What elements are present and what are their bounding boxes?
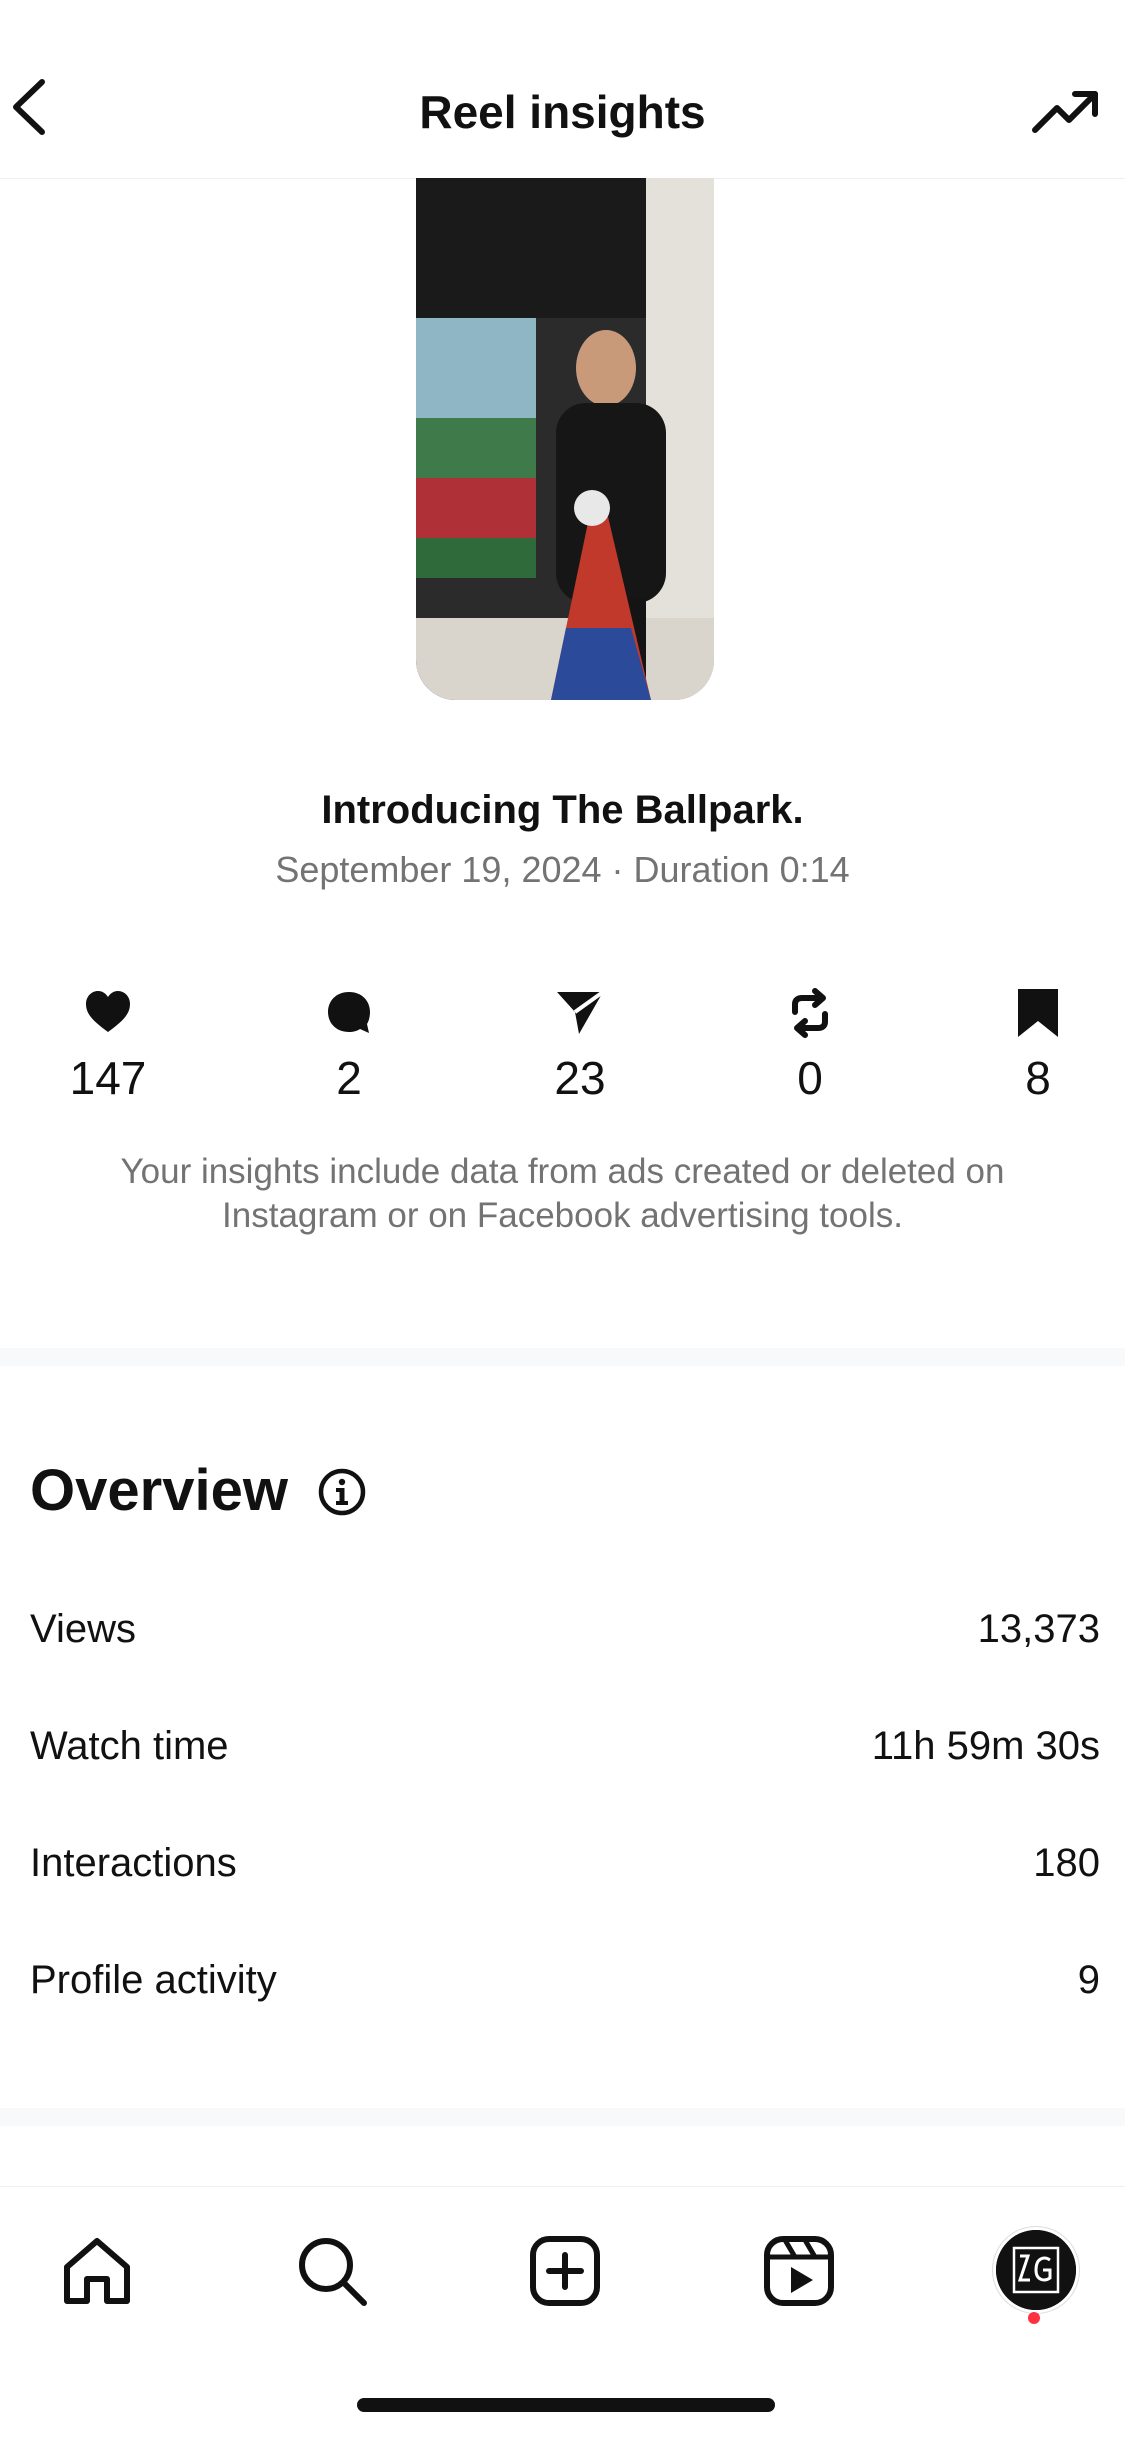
section-divider (0, 1348, 1125, 1366)
tab-reels[interactable] (759, 2231, 839, 2311)
tab-home[interactable] (57, 2231, 137, 2311)
reels-icon (764, 2236, 834, 2306)
repost-icon (792, 988, 828, 1038)
send-icon (557, 990, 605, 1034)
tab-profile-avatar[interactable] (993, 2227, 1079, 2313)
reel-thumbnail[interactable] (416, 178, 714, 700)
profile-logo-image (996, 2230, 1076, 2310)
reposts-stat: 0 (730, 986, 890, 1110)
ads-disclaimer: Your insights include data from ads crea… (120, 1152, 1005, 1235)
profile-activity-label: Profile activity (30, 1958, 277, 2002)
shares-count: 23 (554, 1052, 606, 1104)
views-label: Views (30, 1607, 136, 1651)
shares-stat: 23 (500, 986, 660, 1110)
create-icon (530, 2236, 600, 2306)
tab-create[interactable] (525, 2231, 605, 2311)
tab-search[interactable] (292, 2231, 372, 2311)
watch-time-label: Watch time (30, 1724, 229, 1768)
search-icon (299, 2238, 367, 2306)
overview-heading: Overview (30, 1458, 288, 1523)
trending-up-icon (1032, 91, 1098, 133)
saves-count: 8 (1025, 1052, 1051, 1104)
overview-info-button[interactable] (316, 1466, 368, 1518)
reel-date-duration: September 19, 2024 · Duration 0:14 (275, 849, 850, 890)
interactions-row[interactable]: Interactions 180 (30, 1833, 1100, 1893)
profile-activity-value: 9 (1077, 1958, 1100, 2002)
views-row: Views 13,373 (30, 1599, 1100, 1659)
heart-icon (86, 991, 130, 1032)
likes-stat: 147 (28, 986, 188, 1110)
profile-activity-row[interactable]: Profile activity 9 (30, 1950, 1100, 2010)
reposts-count: 0 (797, 1052, 823, 1104)
home-icon (64, 2238, 130, 2304)
bookmark-icon (1018, 989, 1058, 1037)
comments-stat: 2 (269, 986, 429, 1110)
views-value: 13,373 (977, 1607, 1100, 1651)
interactions-value: 180 (1033, 1841, 1100, 1885)
home-indicator[interactable] (357, 2398, 775, 2412)
info-icon (318, 1468, 366, 1516)
reel-preview-image (416, 178, 714, 700)
top-nav-bar: Reel insights (0, 0, 1125, 179)
reel-title: Introducing The Ballpark. (321, 788, 804, 832)
page-title: Reel insights (419, 86, 706, 138)
watch-time-row: Watch time 11h 59m 30s (30, 1716, 1100, 1776)
notification-dot (1028, 2312, 1040, 2324)
trends-button[interactable] (1031, 86, 1103, 138)
comment-icon (328, 992, 370, 1033)
saves-stat: 8 (958, 986, 1118, 1110)
watch-time-value: 11h 59m 30s (871, 1724, 1100, 1768)
comments-count: 2 (336, 1052, 362, 1104)
likes-count: 147 (69, 1052, 147, 1104)
interactions-label: Interactions (30, 1841, 237, 1885)
section-divider (0, 2108, 1125, 2126)
